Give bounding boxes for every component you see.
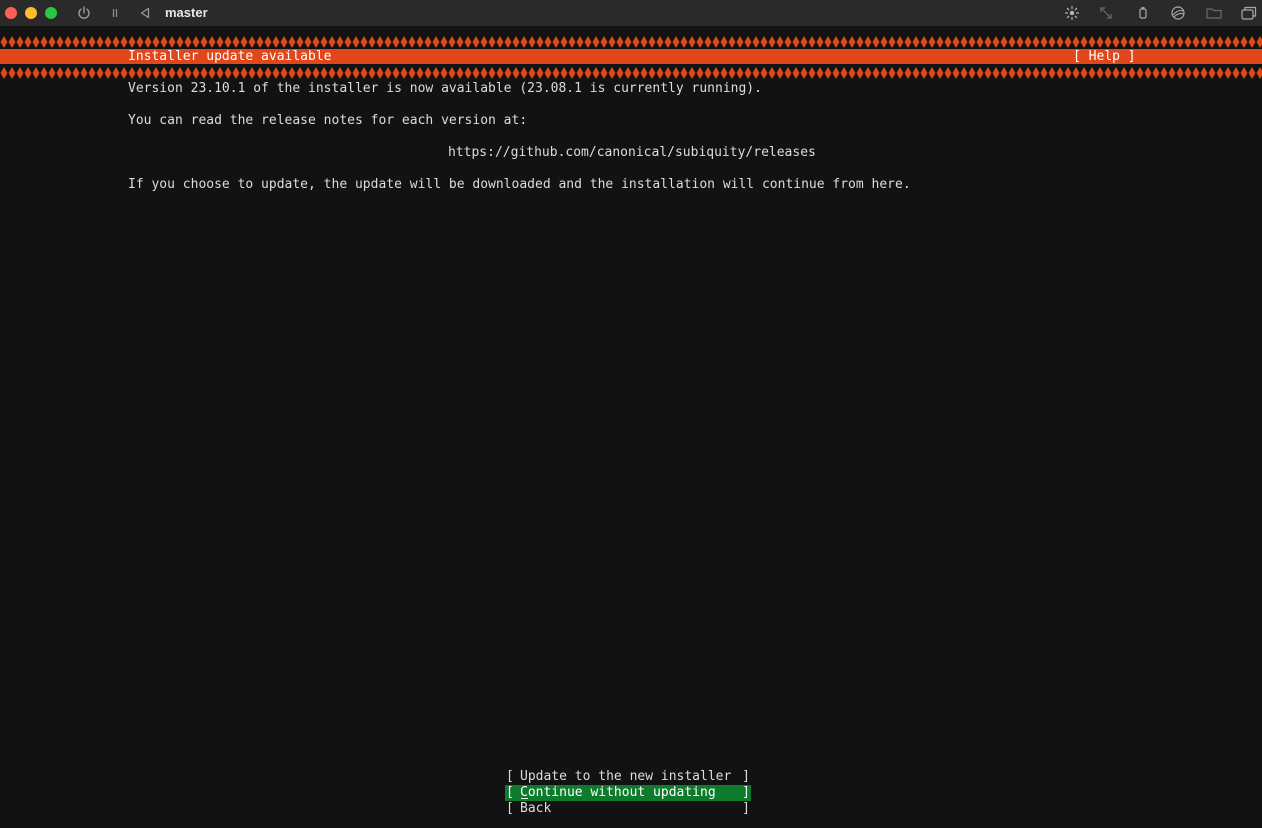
resize-icon[interactable] xyxy=(1097,4,1115,22)
header-border-top xyxy=(0,36,1262,48)
menu-item-label: Update to the new installer xyxy=(520,769,732,784)
bracket-close: ] xyxy=(742,785,750,800)
back-button[interactable]: [ Back ] xyxy=(505,801,751,817)
zoom-window-button[interactable] xyxy=(45,7,57,19)
bracket-close: ] xyxy=(742,801,750,816)
power-icon[interactable] xyxy=(75,4,93,22)
brightness-icon[interactable] xyxy=(1063,4,1081,22)
network-icon[interactable] xyxy=(1169,4,1187,22)
installer-terminal: Installer update available [ Help ] Vers… xyxy=(0,33,1262,828)
menu-item-label: Back xyxy=(520,801,552,816)
folder-icon[interactable] xyxy=(1205,4,1223,22)
update-info-text: If you choose to update, the update will… xyxy=(128,177,911,192)
menu-item-label: Continue without updating xyxy=(520,785,716,800)
minimize-window-button[interactable] xyxy=(25,7,37,19)
bracket-open: [ xyxy=(506,785,514,800)
pause-icon[interactable] xyxy=(106,4,124,22)
version-notice: Version 23.10.1 of the installer is now … xyxy=(128,81,762,96)
vm-title: master xyxy=(165,5,208,20)
update-installer-button[interactable]: [ Update to the new installer ] xyxy=(505,769,751,785)
bracket-close: ] xyxy=(742,769,750,784)
close-window-button[interactable] xyxy=(5,7,17,19)
title-bar: Installer update available [ Help ] xyxy=(0,49,1262,64)
release-notes-text: You can read the release notes for each … xyxy=(128,113,528,128)
release-notes-url: https://github.com/canonical/subiquity/r… xyxy=(448,145,816,160)
window-toolbar: master xyxy=(0,0,1262,26)
text-cursor xyxy=(521,798,528,799)
bracket-open: [ xyxy=(506,769,514,784)
back-icon[interactable] xyxy=(136,4,154,22)
continue-without-updating-button[interactable]: [ Continue without updating ] xyxy=(505,785,751,801)
bracket-open: [ xyxy=(506,801,514,816)
header-border-bottom xyxy=(0,67,1262,79)
usb-icon[interactable] xyxy=(1134,4,1152,22)
screen-title: Installer update available xyxy=(128,49,332,64)
windows-icon[interactable] xyxy=(1240,4,1258,22)
help-button[interactable]: [ Help ] xyxy=(1073,49,1136,64)
